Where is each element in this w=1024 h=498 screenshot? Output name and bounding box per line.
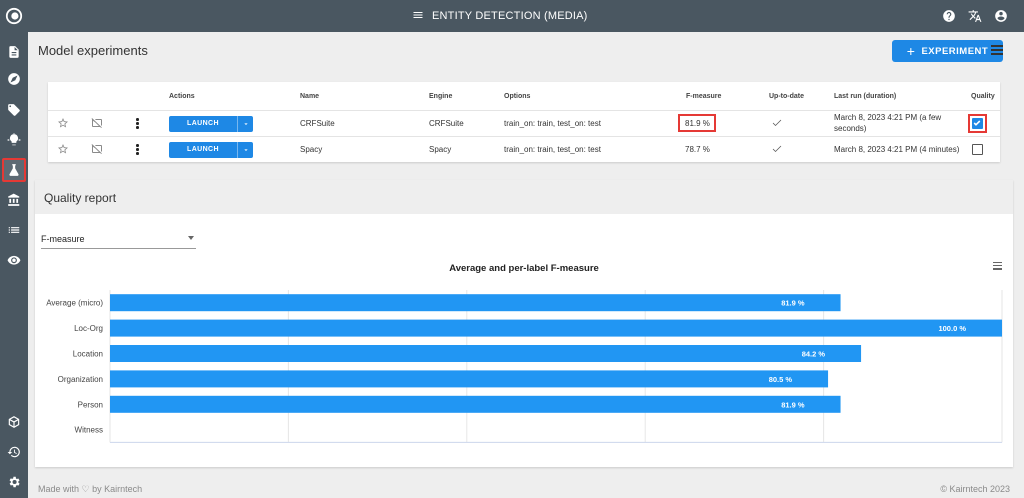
- bar[interactable]: [110, 294, 841, 312]
- eye-icon[interactable]: [2, 248, 26, 272]
- category-label: Witness: [75, 426, 103, 435]
- experiments-table: Actions Name Engine Options F-measure Up…: [48, 82, 1000, 162]
- experiment-last-run-cont: seconds): [834, 124, 867, 133]
- add-experiment-label: EXPERIMENT: [921, 45, 989, 57]
- list-icon[interactable]: [2, 218, 26, 242]
- help-icon[interactable]: [942, 9, 956, 23]
- more-menu-icon[interactable]: [991, 45, 1003, 55]
- experiment-fmeasure: 78.7 %: [685, 145, 710, 154]
- bar[interactable]: [110, 319, 1002, 337]
- footer-credit: Made with ♡ by Kairntech: [38, 484, 143, 494]
- experiment-name: Spacy: [300, 145, 323, 154]
- column-header-options: Options: [504, 93, 531, 100]
- experiment-options: train_on: train, test_on: test: [504, 119, 601, 128]
- bank-icon[interactable]: [2, 188, 26, 212]
- data-label: 81.9 %: [781, 400, 805, 409]
- column-header-actions: Actions: [169, 93, 195, 100]
- logo-icon[interactable]: [0, 0, 28, 32]
- experiment-fmeasure: 81.9 %: [685, 119, 710, 128]
- menu-icon[interactable]: [412, 9, 424, 24]
- category-label: Person: [78, 400, 103, 409]
- experiment-last-run: March 8, 2023 4:21 PM (a few: [834, 113, 942, 122]
- check-icon: [771, 117, 783, 132]
- row-actions-menu-icon[interactable]: [136, 118, 139, 130]
- star-icon[interactable]: [57, 117, 69, 132]
- quality-checkbox[interactable]: [972, 118, 983, 129]
- launch-button[interactable]: LAUNCH: [169, 116, 253, 132]
- fmeasure-bar-chart: Average (micro) 81.9 % Loc-Org 100.0 % Locat…: [46, 290, 1003, 443]
- category-label: Loc-Org: [74, 324, 103, 333]
- cube-icon[interactable]: [2, 410, 26, 434]
- flask-icon[interactable]: [2, 158, 26, 182]
- top-app-bar: ENTITY DETECTION (MEDIA): [28, 0, 1024, 32]
- quality-checkbox[interactable]: [972, 144, 983, 155]
- column-header-quality: Quality: [971, 93, 995, 100]
- app-title[interactable]: ENTITY DETECTION (MEDIA): [412, 0, 588, 32]
- chevron-down-icon: [188, 236, 194, 240]
- data-label: 100.0 %: [938, 324, 966, 333]
- launch-button[interactable]: LAUNCH: [169, 142, 253, 158]
- experiment-options: train_on: train, test_on: test: [504, 145, 601, 154]
- launch-label: LAUNCH: [187, 120, 219, 127]
- document-icon[interactable]: [2, 40, 26, 64]
- category-label: Location: [73, 350, 103, 359]
- data-label: 81.9 %: [781, 299, 805, 308]
- page-title: Model experiments: [38, 43, 148, 58]
- quality-report-panel: Quality report F-measure Average and per…: [35, 180, 1013, 467]
- chevron-down-icon[interactable]: [237, 116, 253, 132]
- app-title-text: ENTITY DETECTION (MEDIA): [432, 10, 588, 22]
- category-label: Average (micro): [46, 299, 103, 308]
- check-icon: [771, 143, 783, 158]
- footer: Made with ♡ by Kairntech © Kairntech 202…: [28, 481, 1024, 498]
- row-actions-menu-icon[interactable]: [136, 144, 139, 156]
- account-icon[interactable]: [994, 9, 1008, 23]
- metric-select-value: F-measure: [41, 234, 85, 244]
- column-header-name: Name: [300, 93, 320, 100]
- experiments-header: Model experiments + EXPERIMENT: [28, 32, 1024, 68]
- table-row: LAUNCH CRFSuite CRFSuite train_on: train…: [48, 110, 1000, 136]
- experiment-engine: Spacy: [429, 145, 452, 154]
- quality-report-title: Quality report: [44, 191, 117, 205]
- category-label: Organization: [58, 375, 103, 384]
- experiment-last-run: March 8, 2023 4:21 PM (4 minutes): [834, 145, 960, 154]
- compass-icon[interactable]: [2, 67, 26, 91]
- lightbulb-icon[interactable]: [2, 128, 26, 152]
- mail-off-icon[interactable]: [91, 143, 103, 158]
- add-experiment-button[interactable]: + EXPERIMENT: [892, 40, 1003, 62]
- launch-label: LAUNCH: [187, 146, 219, 153]
- bar[interactable]: [110, 345, 862, 362]
- experiment-engine: CRFSuite: [429, 119, 464, 128]
- mail-off-icon[interactable]: [91, 117, 103, 132]
- translate-icon[interactable]: [968, 9, 982, 23]
- bar[interactable]: [110, 370, 829, 388]
- data-label: 84.2 %: [802, 350, 826, 359]
- footer-copyright: © Kairntech 2023: [940, 484, 1010, 494]
- chevron-down-icon[interactable]: [237, 142, 253, 158]
- metric-select[interactable]: F-measure: [41, 233, 196, 249]
- left-nav-rail: [0, 0, 28, 498]
- tag-icon[interactable]: [2, 98, 26, 122]
- column-header-engine: Engine: [429, 93, 453, 100]
- experiment-name: CRFSuite: [300, 119, 335, 128]
- chart-title: Average and per-label F-measure: [449, 263, 599, 274]
- chart-menu-icon[interactable]: [993, 262, 1002, 272]
- table-row: LAUNCH Spacy Spacy train_on: train, test…: [48, 136, 1000, 162]
- data-label: 80.5 %: [769, 375, 793, 384]
- quality-report-header: Quality report: [35, 180, 1013, 214]
- column-header-last-run: Last run (duration): [834, 93, 897, 100]
- column-header-fmeasure[interactable]: F-measure: [686, 93, 721, 100]
- star-icon[interactable]: [57, 143, 69, 158]
- settings-icon[interactable]: [2, 470, 26, 494]
- bar[interactable]: [110, 395, 841, 413]
- column-header-up-to-date: Up-to-date: [769, 93, 804, 100]
- plus-icon: +: [906, 43, 916, 59]
- history-icon[interactable]: [2, 440, 26, 464]
